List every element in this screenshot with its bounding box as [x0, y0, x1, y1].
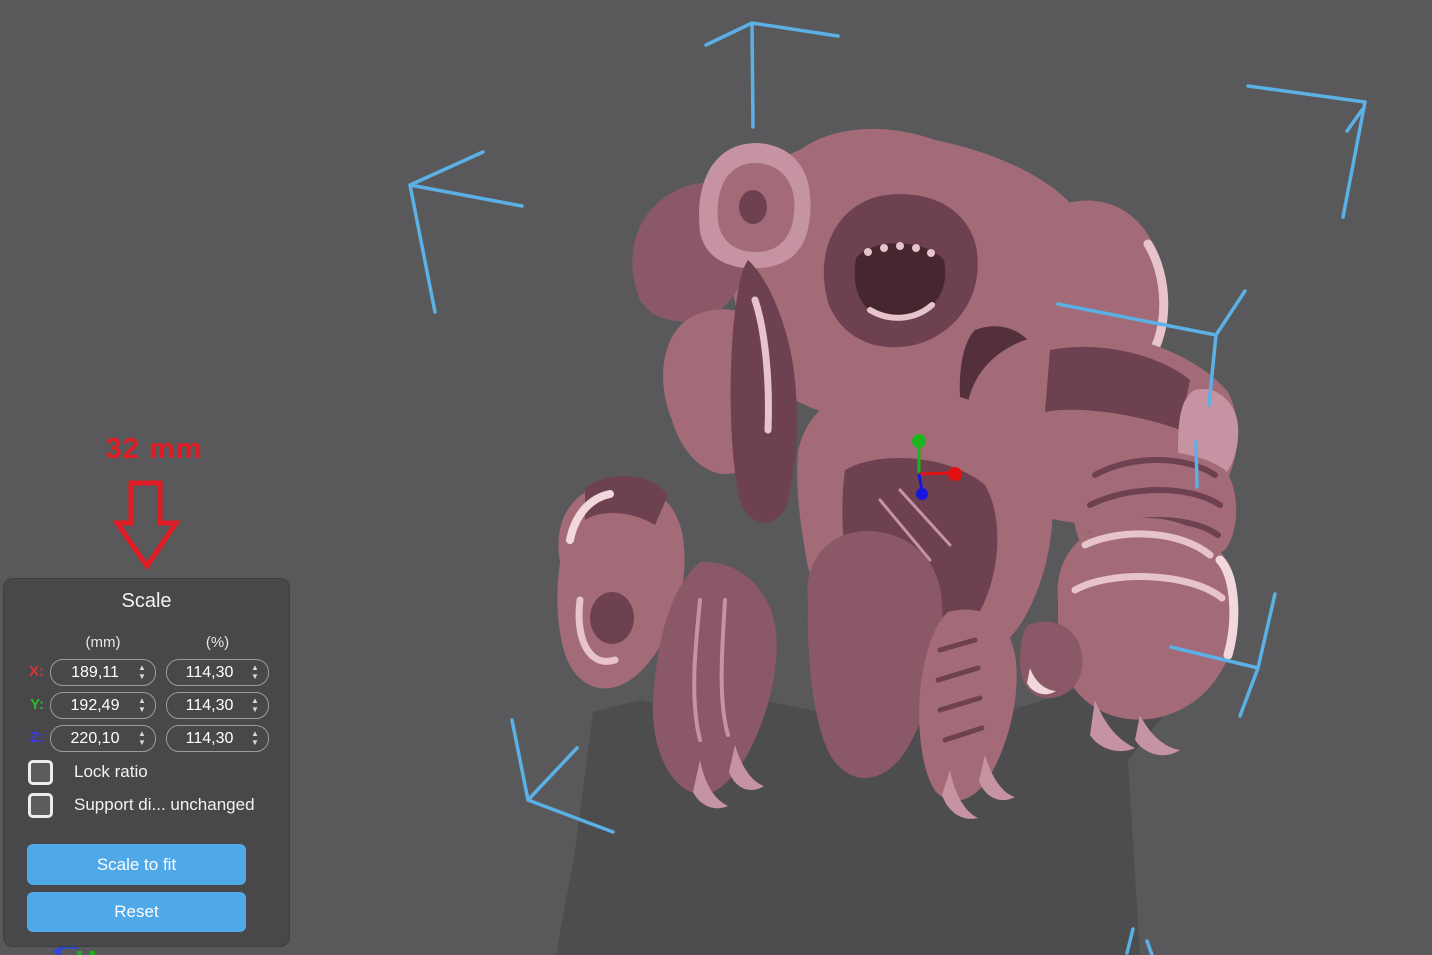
column-header-percent: (%): [166, 634, 269, 652]
spin-down-icon[interactable]: ▼: [138, 672, 146, 681]
annotation-arrow: [117, 483, 176, 566]
scale-y-percent-input[interactable]: [171, 693, 248, 718]
scale-y-mm-field: ▲▼: [50, 692, 156, 719]
scale-row-x: X: ▲▼ ▲▼: [4, 659, 289, 686]
scale-y-percent-field: ▲▼: [166, 692, 269, 719]
scale-y-mm-input[interactable]: [55, 693, 135, 718]
lock-ratio-label: Lock ratio: [74, 762, 148, 782]
axis-z-label: Z:: [6, 729, 44, 746]
scale-z-mm-field: ▲▼: [50, 725, 156, 752]
reset-button[interactable]: Reset: [27, 892, 246, 932]
axis-y-label: Y:: [6, 696, 44, 713]
scale-row-z: Z: ▲▼ ▲▼: [4, 725, 289, 752]
scale-x-percent-spinner[interactable]: ▲▼: [249, 663, 261, 681]
undo-arrow-icon-head: [52, 947, 62, 955]
spin-up-icon[interactable]: ▲: [138, 663, 146, 672]
bbox-corner-top-right: [1248, 86, 1365, 217]
lock-ratio-checkbox[interactable]: [28, 760, 53, 785]
panel-title: Scale: [4, 590, 289, 613]
scale-panel: Scale (mm) (%) X: ▲▼ ▲▼ Y: ▲▼ ▲▼: [3, 578, 290, 947]
scale-x-percent-field: ▲▼: [166, 659, 269, 686]
scale-y-percent-spinner[interactable]: ▲▼: [249, 696, 261, 714]
support-unchanged-checkbox[interactable]: [28, 793, 53, 818]
scale-x-percent-input[interactable]: [171, 660, 248, 685]
scale-x-mm-field: ▲▼: [50, 659, 156, 686]
scale-x-mm-input[interactable]: [55, 660, 135, 685]
column-header-mm: (mm): [50, 634, 156, 652]
spin-up-icon[interactable]: ▲: [138, 696, 146, 705]
support-unchanged-label: Support di... unchanged: [74, 795, 255, 815]
scale-x-mm-spinner[interactable]: ▲▼: [136, 663, 148, 681]
annotation-32mm: 32 mm: [96, 433, 212, 466]
spin-up-icon[interactable]: ▲: [251, 729, 259, 738]
partial-toolbar-icons: [52, 946, 95, 955]
model-barrel: [699, 143, 811, 268]
3d-viewport[interactable]: 32 mm Scale (mm) (%) X: ▲▼ ▲▼ Y: ▲▼: [0, 0, 1432, 955]
green-dot-icon: [77, 951, 82, 955]
gizmo-z-handle: [916, 488, 928, 500]
gizmo-x-axis: [919, 473, 950, 474]
support-unchanged-row: Support di... unchanged: [4, 793, 289, 819]
bbox-corner-left: [410, 152, 522, 312]
lock-ratio-row: Lock ratio: [4, 760, 289, 786]
spin-up-icon[interactable]: ▲: [251, 663, 259, 672]
spin-down-icon[interactable]: ▼: [251, 705, 259, 714]
monster-model[interactable]: [557, 129, 1238, 819]
spin-down-icon[interactable]: ▼: [138, 705, 146, 714]
axis-x-label: X:: [6, 663, 44, 680]
spin-up-icon[interactable]: ▲: [251, 696, 259, 705]
gizmo-x-handle: [948, 467, 962, 481]
scale-z-percent-input[interactable]: [171, 726, 248, 751]
scale-z-percent-field: ▲▼: [166, 725, 269, 752]
spin-down-icon[interactable]: ▼: [251, 738, 259, 747]
scale-z-mm-input[interactable]: [55, 726, 135, 751]
scale-row-y: Y: ▲▼ ▲▼: [4, 692, 289, 719]
spin-up-icon[interactable]: ▲: [138, 729, 146, 738]
scale-y-mm-spinner[interactable]: ▲▼: [136, 696, 148, 714]
green-dot-icon: [90, 951, 95, 955]
scale-to-fit-button[interactable]: Scale to fit: [27, 844, 246, 885]
bbox-corner-top: [706, 23, 838, 127]
gizmo-y-handle: [912, 434, 926, 448]
scale-z-mm-spinner[interactable]: ▲▼: [136, 729, 148, 747]
scale-z-percent-spinner[interactable]: ▲▼: [249, 729, 261, 747]
spin-down-icon[interactable]: ▼: [251, 672, 259, 681]
spin-down-icon[interactable]: ▼: [138, 738, 146, 747]
